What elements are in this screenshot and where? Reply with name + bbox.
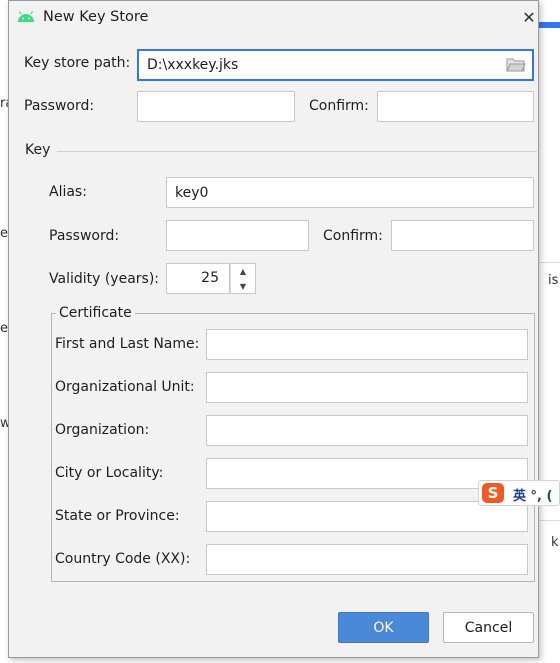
key-password-label: Password: [49,228,120,244]
background-text-fragment: is [548,273,559,288]
country-code-input[interactable] [206,544,528,575]
stepper-up-icon[interactable]: ▲ [231,264,255,278]
background-text-fragment: e [0,321,8,336]
city-locality-label: City or Locality: [55,465,164,481]
first-last-name-input[interactable] [206,329,528,360]
ime-mode-indicator[interactable]: 英 °, ( [513,485,552,504]
certificate-group-title: Certificate [56,305,135,321]
key-store-path-input[interactable] [137,49,534,81]
close-icon: ✕ [522,7,536,27]
validity-label: Validity (years): [49,271,160,287]
close-button[interactable]: ✕ [517,5,541,29]
organizational-unit-label: Organizational Unit: [55,379,195,395]
keystore-password-label: Password: [24,98,95,114]
key-section-divider [57,151,537,152]
ok-button[interactable]: OK [338,612,429,643]
sogou-ime-icon: S [482,483,504,503]
ime-toolbar[interactable]: S 英 °, ( [478,480,560,506]
key-password-input[interactable] [166,220,309,251]
alias-input[interactable] [166,177,534,208]
country-code-label: Country Code (XX): [55,551,191,567]
organization-label: Organization: [55,422,150,438]
key-section-title: Key [25,142,51,158]
background-text-fragment: k [551,535,559,550]
dialog-title: New Key Store [43,9,149,25]
android-icon [18,11,34,22]
validity-input[interactable]: 25 [166,263,230,294]
key-confirm-input[interactable] [391,220,534,251]
organizational-unit-input[interactable] [206,372,528,403]
organization-input[interactable] [206,415,528,446]
keystore-confirm-label: Confirm: [309,98,369,114]
first-last-name-label: First and Last Name: [55,336,200,352]
key-confirm-label: Confirm: [323,228,383,244]
background-text-fragment: e [0,226,8,241]
validity-stepper[interactable]: ▲ ▼ [230,263,256,294]
background-divider [540,520,560,521]
state-province-label: State or Province: [55,508,180,524]
background-divider [540,262,560,263]
folder-icon[interactable] [506,57,526,73]
alias-label: Alias: [49,184,87,200]
cancel-button[interactable]: Cancel [443,612,534,643]
key-store-path-label: Key store path: [24,55,131,71]
stepper-down-icon[interactable]: ▼ [231,279,255,293]
new-key-store-dialog: New Key Store ✕ Key store path: Password… [8,0,539,658]
keystore-password-input[interactable] [137,91,295,122]
keystore-confirm-input[interactable] [377,91,534,122]
title-bar: New Key Store ✕ [9,1,538,35]
